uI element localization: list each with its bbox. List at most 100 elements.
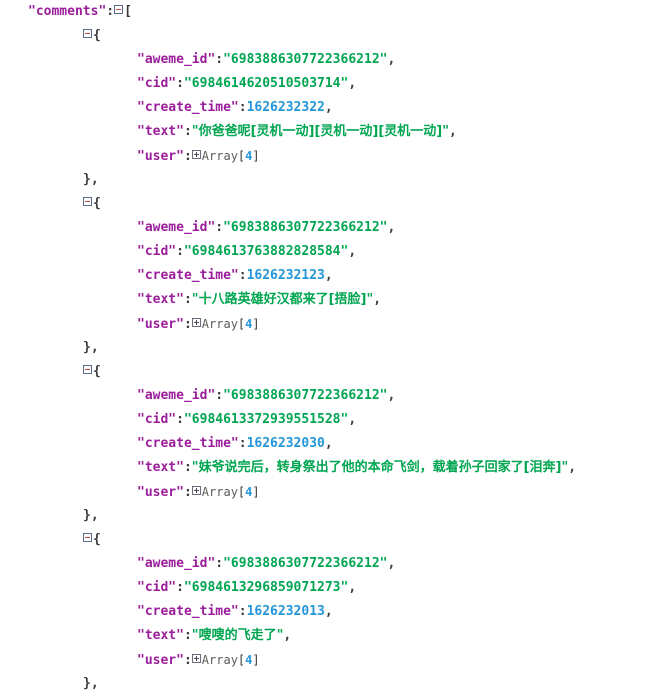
json-key-user: "user" [137,317,184,332]
expand-toggle-user-array[interactable] [191,654,201,663]
json-field-row: "create_time":1626232322, [0,96,653,120]
json-colon: : [238,604,247,619]
json-value-cid: "6984613763882828584" [183,244,349,259]
json-key-create-time: "create_time" [137,100,239,115]
json-key-aweme-id: "aweme_id" [137,52,216,67]
json-value-create-time: 1626232013 [246,604,325,619]
json-value-cid: "6984613372939551528" [183,412,349,427]
json-colon: : [183,460,192,475]
json-open-bracket: [ [124,4,132,19]
json-colon: : [215,556,224,571]
json-object-close-row: }, [0,168,653,192]
json-field-row: "aweme_id":"6983886307722366212", [0,48,653,72]
json-field-row: "user": Array[4] [0,312,653,336]
json-field-row: "cid":"6984613296859071273", [0,576,653,600]
json-comma: , [449,124,457,139]
json-field-row: "aweme_id":"6983886307722366212", [0,216,653,240]
json-array-type-label: Array [201,149,238,163]
json-object-open-row: { [0,24,653,48]
json-key-cid: "cid" [137,76,177,91]
json-open-brace: { [93,196,101,211]
json-colon: : [183,317,192,332]
json-value-create-time: 1626232030 [246,436,325,451]
json-key-aweme-id: "aweme_id" [137,556,216,571]
json-open-brace: { [93,28,101,43]
json-key-comments: "comments" [28,4,107,19]
json-value-aweme-id: "6983886307722366212" [223,388,388,403]
json-colon: : [183,628,192,643]
json-key-text: "text" [137,124,184,139]
json-value-cid: "6984613296859071273" [183,580,349,595]
json-key-text: "text" [137,292,184,307]
json-key-user: "user" [137,653,184,668]
json-object-close-row: }, [0,336,653,360]
json-comma: , [324,268,333,283]
json-comma: , [387,52,396,67]
json-colon: : [215,52,224,67]
json-object-open-row: { [0,528,653,552]
json-open-brace: { [93,364,101,379]
json-array-close-bracket: ] [252,149,260,163]
json-value-text: "妹爷说完后，转身祭出了他的本命飞剑，载着孙子回家了[泪奔]" [191,460,569,475]
json-colon: : [183,292,192,307]
json-colon: : [183,124,192,139]
json-key-cid: "cid" [137,412,177,427]
json-comma: , [348,76,357,91]
json-colon: : [215,220,224,235]
collapse-toggle-object[interactable] [83,197,92,206]
json-value-text: "嗖嗖的飞走了" [191,628,284,643]
json-colon: : [238,268,247,283]
json-field-row: "create_time":1626232013, [0,600,653,624]
json-colon: : [238,100,247,115]
json-colon: : [176,412,184,427]
expand-toggle-user-array[interactable] [191,150,201,159]
json-close-brace-row-clipped: }, [0,672,653,696]
json-object-open-row: { [0,360,653,384]
json-close-brace: }, [83,340,99,355]
json-field-row: "user": Array[4] [0,144,653,168]
json-colon: : [238,436,247,451]
json-colon: : [176,580,184,595]
json-array-close-bracket: ] [252,317,260,331]
json-field-row: "cid":"6984614620510503714", [0,72,653,96]
json-field-row: "user": Array[4] [0,480,653,504]
json-comma: , [324,100,333,115]
json-value-aweme-id: "6983886307722366212" [223,52,388,67]
json-key-aweme-id: "aweme_id" [137,220,216,235]
json-tree-viewer[interactable]: "comments":[ {"aweme_id":"69838863077223… [0,0,653,696]
json-open-brace: { [93,532,101,547]
json-field-row: "text":"嗖嗖的飞走了", [0,624,653,648]
json-value-cid: "6984614620510503714" [183,76,349,91]
json-key-cid: "cid" [137,244,177,259]
json-value-create-time: 1626232322 [246,100,325,115]
json-comma: , [387,556,396,571]
json-field-row: "text":"妹爷说完后，转身祭出了他的本命飞剑，载着孙子回家了[泪奔]", [0,456,653,480]
json-key-text: "text" [137,460,184,475]
json-array-close-bracket: ] [252,485,260,499]
json-array-close-bracket: ] [252,653,260,667]
json-colon: : [176,76,184,91]
json-value-create-time: 1626232123 [246,268,325,283]
json-value-text: "你爸爸呢[灵机一动][灵机一动][灵机一动]" [191,124,449,139]
json-value-aweme-id: "6983886307722366212" [223,556,388,571]
json-field-row: "cid":"6984613763882828584", [0,240,653,264]
json-colon: : [183,149,192,164]
expand-toggle-user-array[interactable] [191,318,201,327]
json-key-text: "text" [137,628,184,643]
json-colon: : [176,244,184,259]
collapse-toggle-object[interactable] [83,29,92,38]
collapse-toggle-object[interactable] [83,365,92,374]
json-root-row: "comments": [ [0,0,653,24]
json-array-type-label: Array [201,317,238,331]
json-value-aweme-id: "6983886307722366212" [223,220,388,235]
expand-toggle-user-array[interactable] [191,486,201,495]
json-array-type-label: Array [201,485,238,499]
json-close-brace: }, [83,508,99,523]
collapse-toggle-object[interactable] [83,533,92,542]
json-comma: , [387,220,396,235]
json-key-create-time: "create_time" [137,604,239,619]
collapse-toggle-root[interactable] [114,5,124,14]
json-colon: : [183,653,192,668]
json-field-row: "create_time":1626232030, [0,432,653,456]
json-comma: , [283,628,292,643]
